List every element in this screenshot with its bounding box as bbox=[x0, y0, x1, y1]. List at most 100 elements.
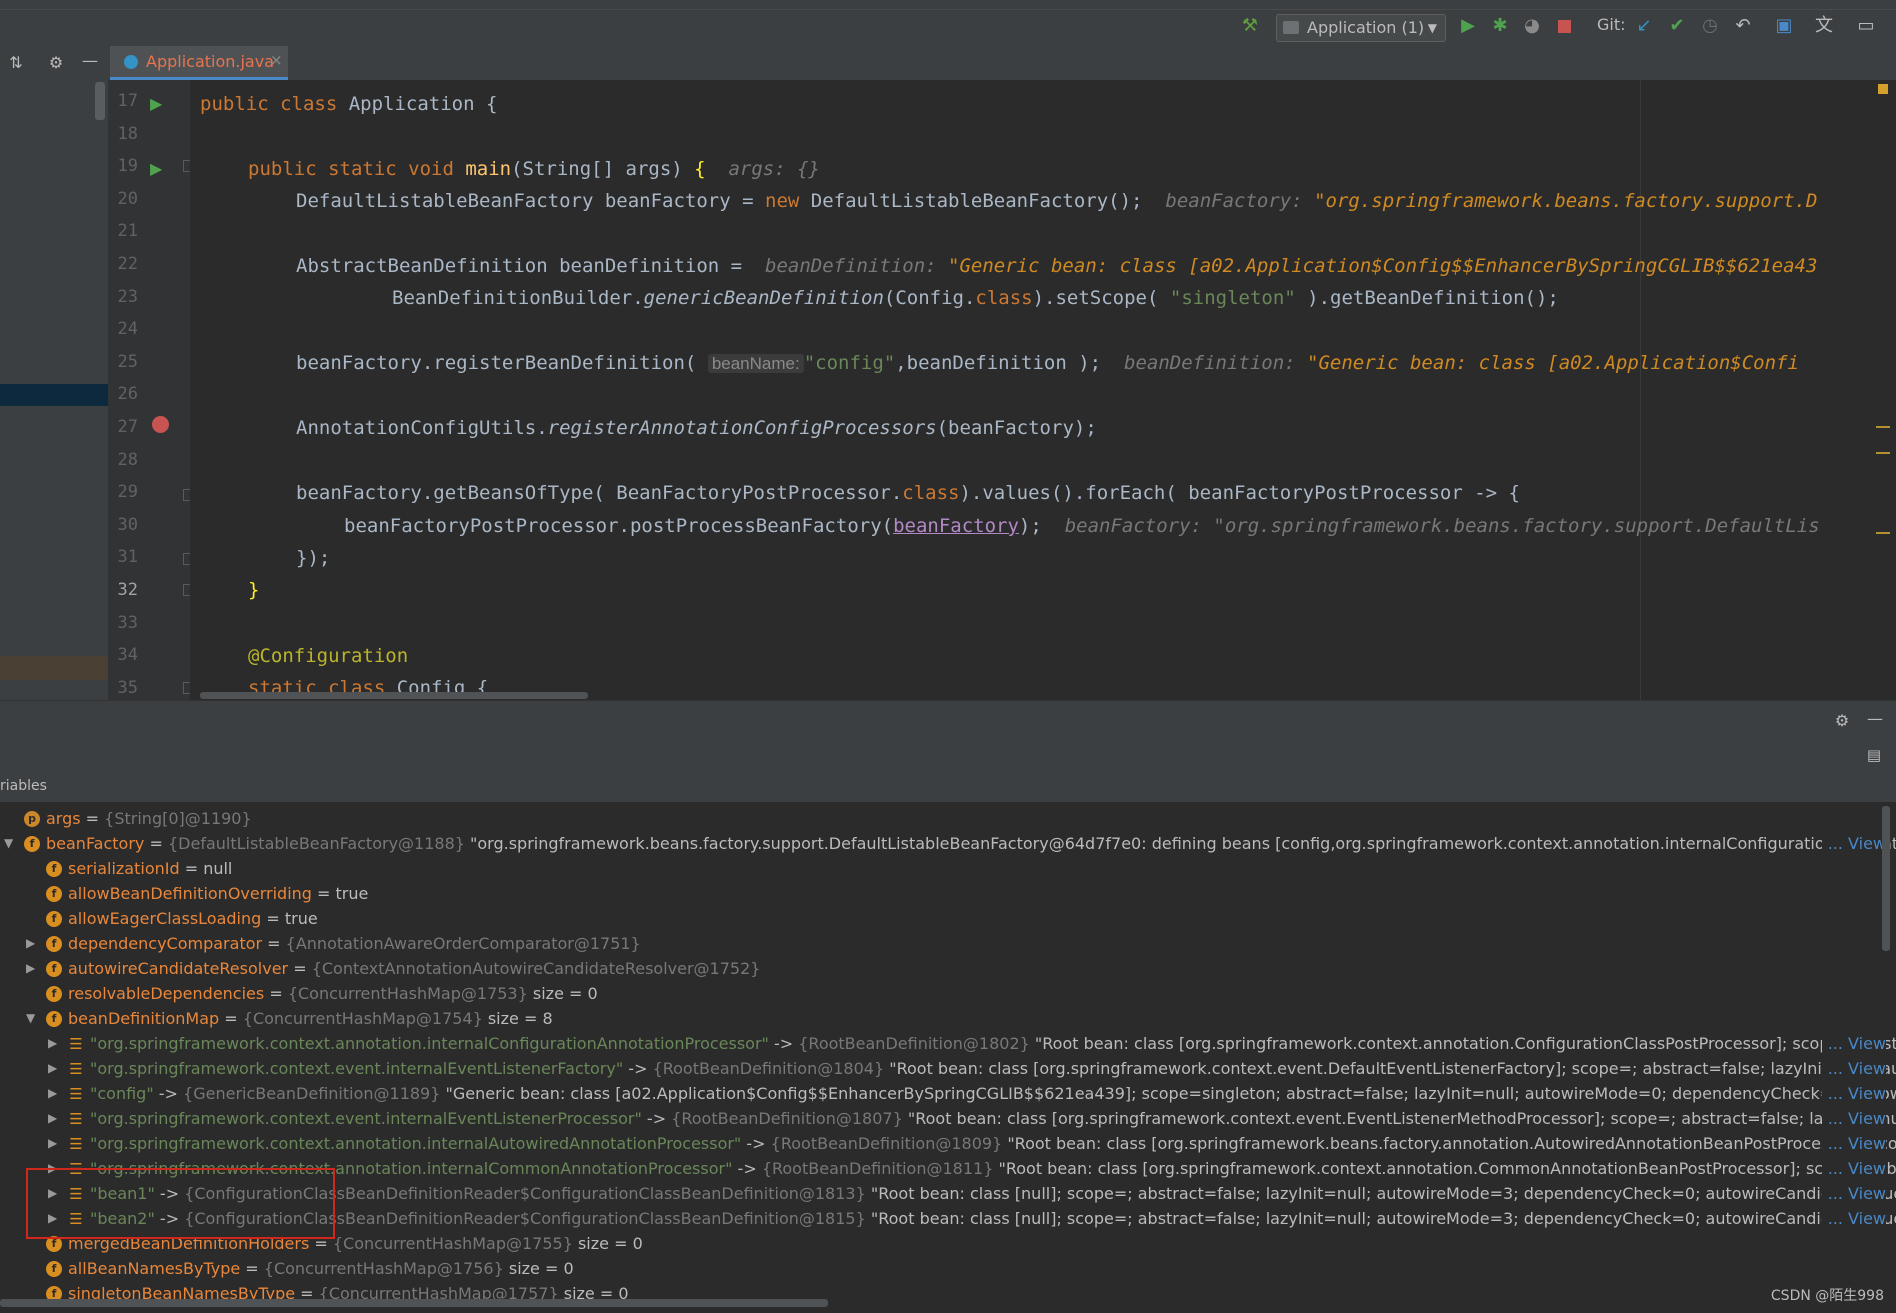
variable-key: "config" bbox=[90, 1084, 154, 1103]
expand-arrow-right-icon[interactable]: ▶ bbox=[26, 956, 40, 981]
code-line-27[interactable]: AnnotationConfigUtils.registerAnnotation… bbox=[296, 417, 1097, 439]
git-commit-icon[interactable]: ✔ bbox=[1667, 16, 1687, 36]
variable-row[interactable]: ▶ ☰ "org.springframework.context.event.int… bbox=[0, 1106, 1896, 1131]
expand-arrow-right-icon[interactable]: ▶ bbox=[48, 1056, 62, 1081]
expand-arrow-right-icon[interactable]: ▶ bbox=[48, 1106, 62, 1131]
variables-horizontal-scrollbar[interactable] bbox=[0, 1299, 828, 1307]
code-line-23[interactable]: BeanDefinitionBuilder.genericBeanDefinit… bbox=[392, 287, 1559, 309]
variable-arrow: -> bbox=[741, 1134, 771, 1153]
view-link[interactable]: ... View bbox=[1821, 1081, 1886, 1106]
debug-icon[interactable]: ✱ bbox=[1490, 16, 1510, 36]
project-structure-icon[interactable]: ▣ bbox=[1774, 16, 1794, 36]
view-link[interactable]: ... View bbox=[1821, 1156, 1886, 1181]
code-line-30[interactable]: beanFactoryPostProcessor.postProcessBean… bbox=[344, 515, 1820, 537]
line-number: 21 bbox=[117, 221, 138, 242]
code-line-17[interactable]: public class Application { bbox=[200, 93, 497, 115]
expand-arrow-down-icon[interactable]: ▼ bbox=[4, 831, 18, 856]
code-line-20[interactable]: DefaultListableBeanFactory beanFactory =… bbox=[296, 190, 1817, 212]
method-name: registerAnnotationConfigProcessors bbox=[547, 417, 937, 439]
expand-arrow-right-icon[interactable]: ▶ bbox=[26, 931, 40, 956]
variable-row[interactable]: f allBeanNamesByType = {ConcurrentHashMap… bbox=[0, 1256, 1896, 1281]
variable-type: {RootBeanDefinition@1807} bbox=[671, 1109, 903, 1128]
code-line-32[interactable]: } bbox=[248, 579, 259, 601]
stripe-mark[interactable] bbox=[1876, 426, 1890, 428]
stripe-mark[interactable] bbox=[1876, 532, 1890, 534]
run-config-select[interactable]: Application (1) ▼ bbox=[1276, 14, 1446, 42]
variable-row[interactable]: ▶ f dependencyComparator = {AnnotationAwar… bbox=[0, 931, 1896, 956]
view-link[interactable]: ... View bbox=[1821, 831, 1886, 856]
variables-vertical-scrollbar[interactable] bbox=[1882, 806, 1890, 951]
variable-eq: = bbox=[80, 809, 105, 828]
variable-row[interactable]: ▶ ☰ "org.springframework.context.event.int… bbox=[0, 1056, 1896, 1081]
code-line-29[interactable]: beanFactory.getBeansOfType( BeanFactoryP… bbox=[296, 482, 1520, 504]
project-highlight-row[interactable] bbox=[0, 656, 108, 680]
line-number: 24 bbox=[117, 319, 138, 340]
inline-debug-hint: beanDefinition: bbox=[765, 255, 949, 277]
variable-row[interactable]: ▶ ☰ "org.springframework.context.annotatio… bbox=[0, 1031, 1896, 1056]
hammer-icon[interactable]: ⚒ bbox=[1240, 16, 1260, 36]
minimize-icon[interactable]: — bbox=[1865, 709, 1885, 729]
project-scrollbar[interactable] bbox=[95, 82, 105, 120]
code-line-25[interactable]: beanFactory.registerBeanDefinition( bean… bbox=[296, 352, 1799, 374]
expand-arrow-down-icon[interactable]: ▼ bbox=[26, 1006, 40, 1031]
expand-arrow-right-icon[interactable]: ▶ bbox=[48, 1081, 62, 1106]
variable-key: "org.springframework.context.annotation.… bbox=[90, 1034, 769, 1053]
variable-row[interactable]: ▼ f beanDefinitionMap = {ConcurrentHashMap… bbox=[0, 1006, 1896, 1031]
right-margin-guide bbox=[1640, 80, 1641, 700]
project-selected-row[interactable] bbox=[0, 384, 108, 406]
expand-arrow-right-icon[interactable]: ▶ bbox=[48, 1131, 62, 1156]
rollback-icon[interactable]: ↶ bbox=[1733, 16, 1753, 36]
variable-row[interactable]: f allowBeanDefinitionOverriding = true bbox=[0, 881, 1896, 906]
view-link[interactable]: ... View bbox=[1821, 1181, 1886, 1206]
field-icon: f bbox=[46, 861, 62, 877]
close-icon[interactable]: × bbox=[270, 51, 283, 69]
variable-row[interactable]: f resolvableDependencies = {ConcurrentHas… bbox=[0, 981, 1896, 1006]
variable-row[interactable]: ▶ ☰ "config" -> {GenericBeanDefinition@118… bbox=[0, 1081, 1896, 1106]
watermark: CSDN @陌生998 bbox=[1770, 1288, 1884, 1304]
view-link[interactable]: ... View bbox=[1821, 1206, 1886, 1231]
code-line-31[interactable]: }); bbox=[296, 547, 330, 569]
run-gutter-icon[interactable]: ▶ bbox=[150, 94, 162, 113]
code-line-34[interactable]: @Configuration bbox=[248, 645, 408, 667]
stop-icon[interactable] bbox=[1554, 16, 1574, 36]
warning-indicator-icon[interactable] bbox=[1878, 84, 1888, 94]
expand-arrow-right-icon[interactable]: ▶ bbox=[48, 1031, 62, 1056]
code-line-22[interactable]: AbstractBeanDefinition beanDefinition = … bbox=[296, 255, 1817, 277]
translate-icon[interactable]: 文 bbox=[1814, 16, 1834, 36]
view-link[interactable]: ... View bbox=[1821, 1106, 1886, 1131]
variable-row[interactable]: ▶ ☰ "org.springframework.context.annotatio… bbox=[0, 1131, 1896, 1156]
variable-type: {ConcurrentHashMap@1753} bbox=[287, 984, 528, 1003]
run-gutter-icon[interactable]: ▶ bbox=[150, 159, 162, 178]
code-text: ).getBeanDefinition(); bbox=[1295, 287, 1559, 309]
window-icon[interactable]: ▭ bbox=[1856, 16, 1876, 36]
view-link[interactable]: ... View bbox=[1821, 1131, 1886, 1156]
method-name: main bbox=[465, 158, 512, 180]
gear-icon[interactable]: ⚙ bbox=[1832, 711, 1852, 731]
minimize-icon[interactable]: — bbox=[80, 51, 100, 71]
stripe-mark[interactable] bbox=[1876, 452, 1890, 454]
view-link[interactable]: ... View bbox=[1821, 1031, 1886, 1056]
layout-icon[interactable]: ▤ bbox=[1864, 745, 1884, 765]
variable-row[interactable]: ▼ f beanFactory = {DefaultListableBeanFact… bbox=[0, 831, 1896, 856]
variable-text: beanFactory = {DefaultListableBeanFactor… bbox=[46, 831, 1896, 856]
history-icon[interactable]: ◷ bbox=[1700, 16, 1720, 36]
breakpoint-icon[interactable] bbox=[152, 416, 169, 433]
code-line-19[interactable]: public static void main(String[] args) {… bbox=[248, 158, 820, 180]
variable-row[interactable]: p args = {String[0]@1190} bbox=[0, 806, 1896, 831]
variable-row[interactable]: f serializationId = null bbox=[0, 856, 1896, 881]
code-text: (Config. bbox=[883, 287, 976, 309]
line-number: 25 bbox=[117, 351, 138, 372]
coverage-icon[interactable]: ◕ bbox=[1522, 16, 1542, 36]
variable-value: "Root bean: class [org.springframework.c… bbox=[907, 1109, 1896, 1128]
variable-text: allowBeanDefinitionOverriding = true bbox=[68, 881, 368, 906]
variable-text: allBeanNamesByType = {ConcurrentHashMap@… bbox=[68, 1256, 574, 1281]
git-update-icon[interactable]: ↙ bbox=[1634, 16, 1654, 36]
run-icon[interactable]: ▶ bbox=[1458, 16, 1478, 36]
view-link[interactable]: ... View bbox=[1821, 1056, 1886, 1081]
variable-row[interactable]: f allowEagerClassLoading = true bbox=[0, 906, 1896, 931]
tab-application-java[interactable]: Application.java × bbox=[110, 46, 288, 80]
gear-icon[interactable]: ⚙ bbox=[46, 53, 66, 73]
variable-row[interactable]: ▶ f autowireCandidateResolver = {ContextAn… bbox=[0, 956, 1896, 981]
editor-horizontal-scrollbar[interactable] bbox=[200, 692, 588, 699]
collapse-icon[interactable]: ⇅ bbox=[6, 53, 26, 73]
